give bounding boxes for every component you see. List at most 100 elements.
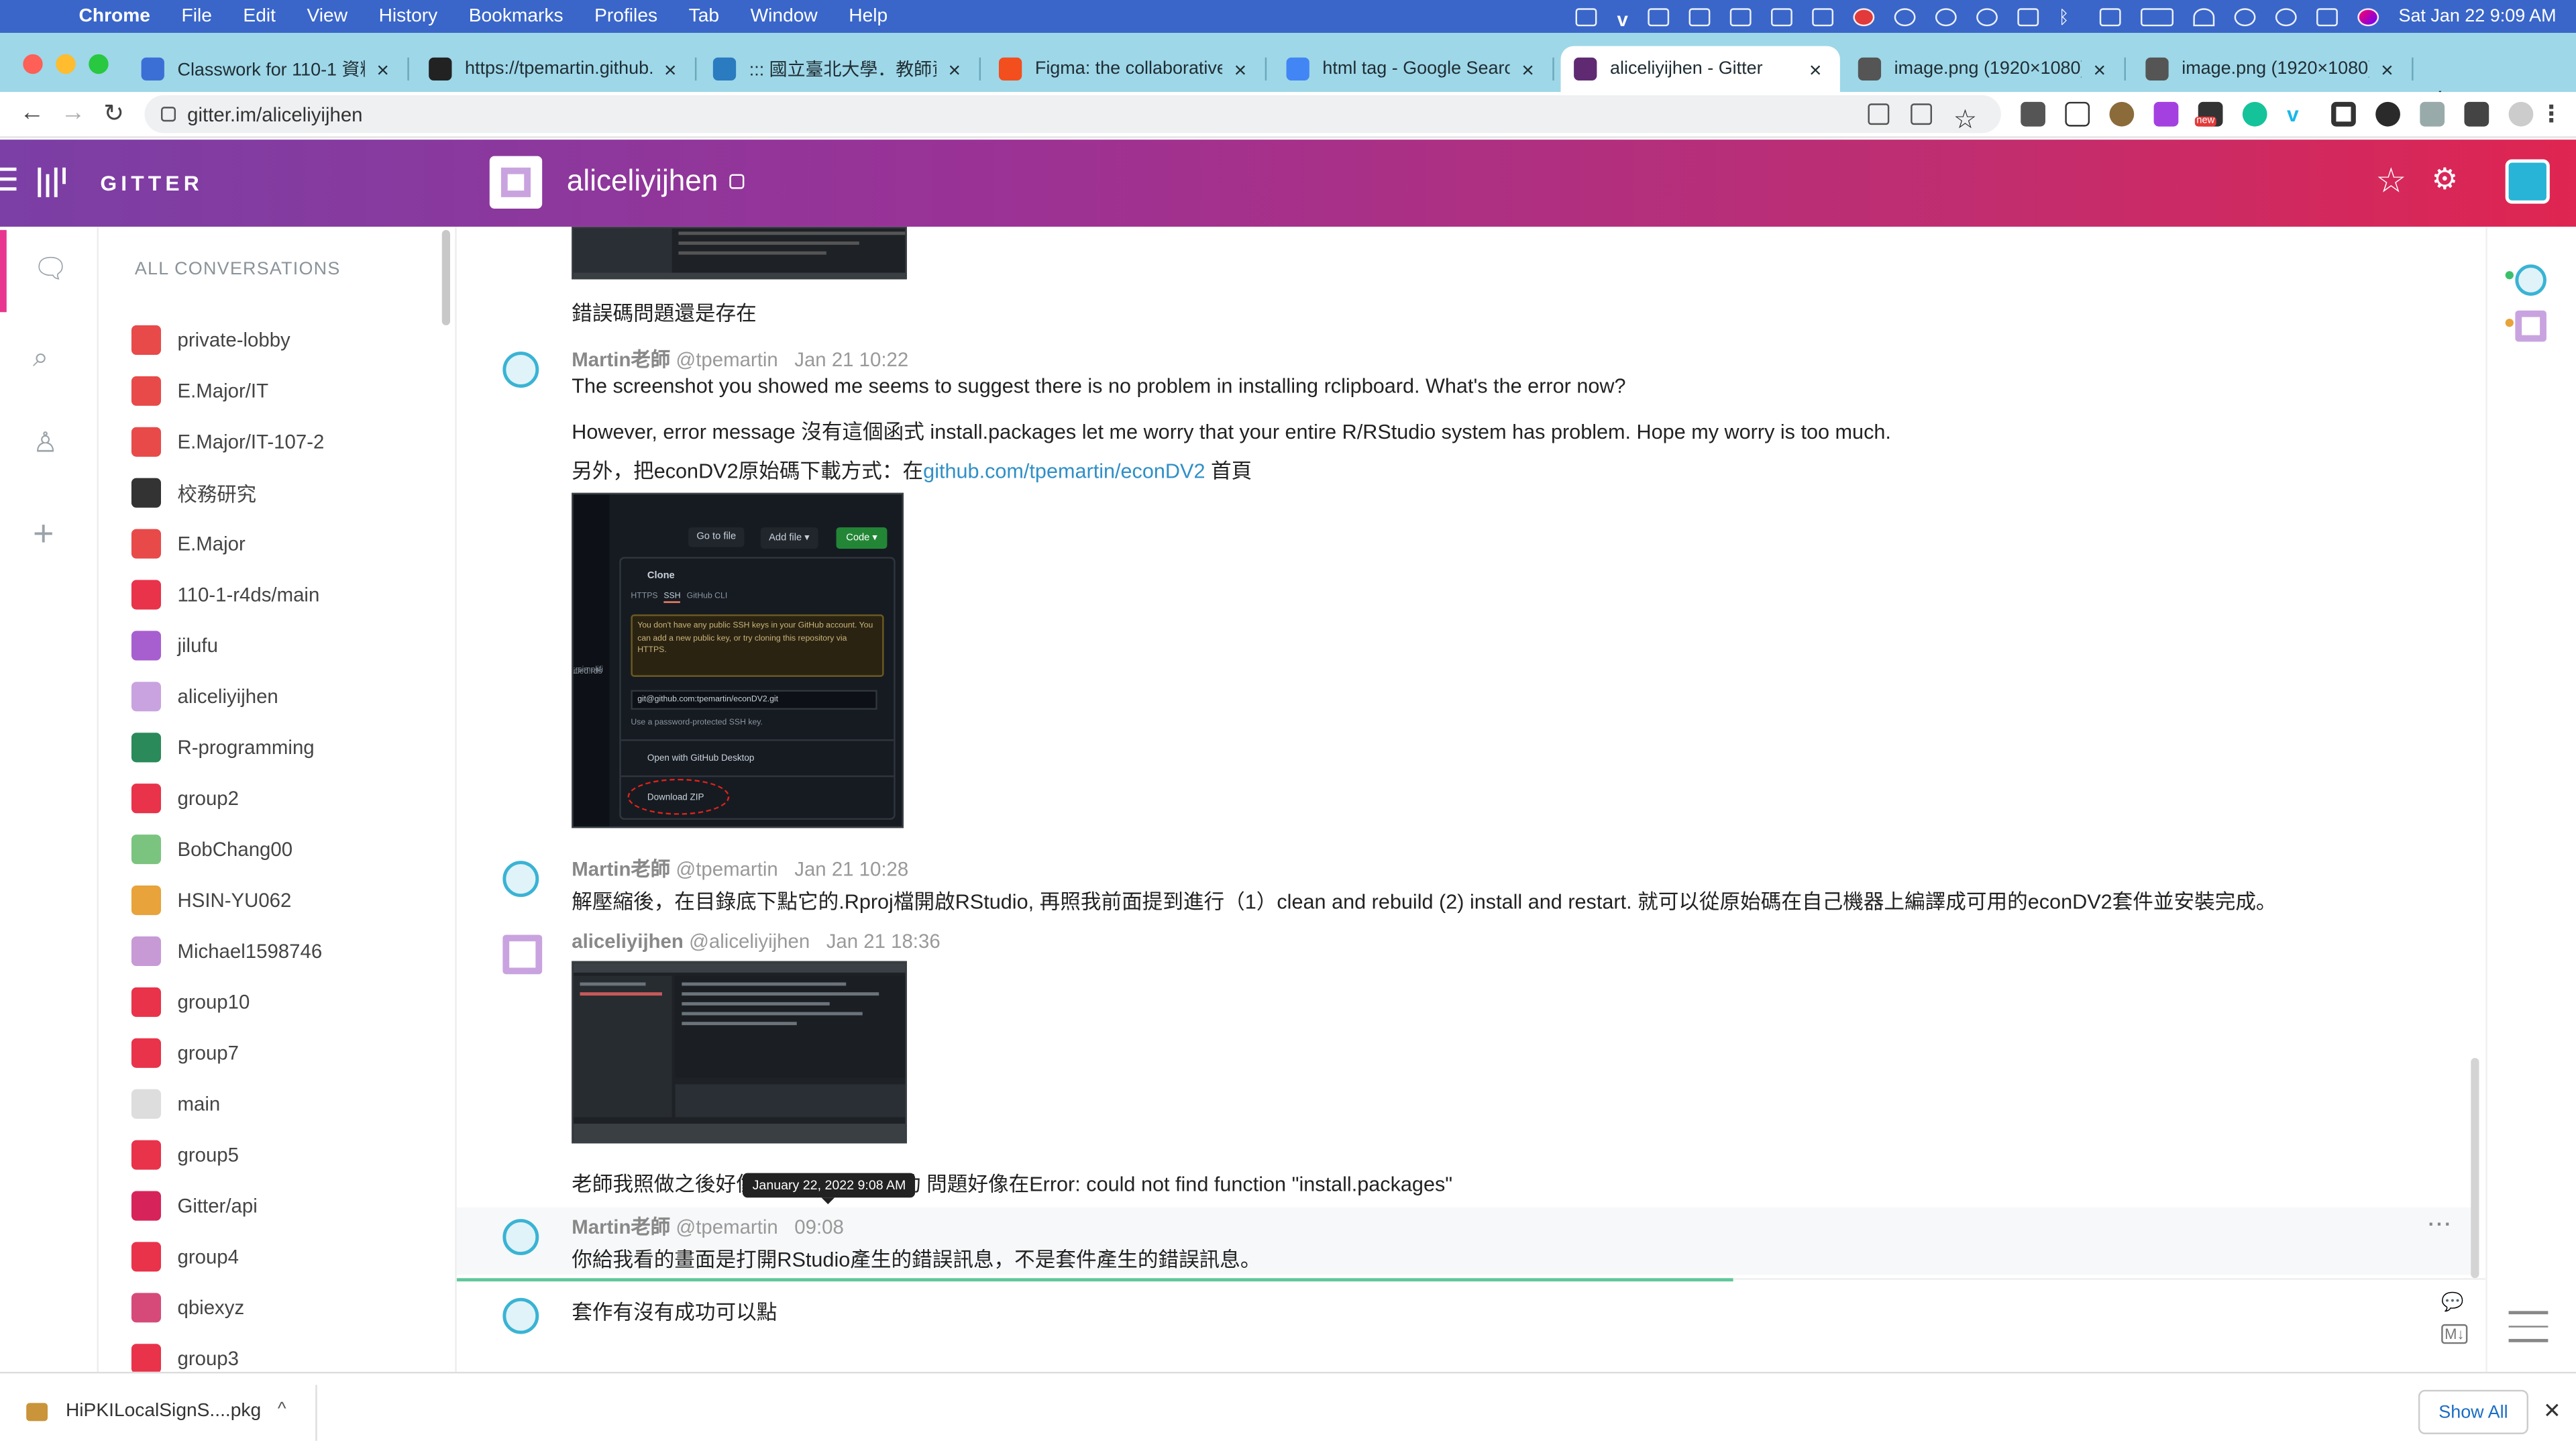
ext-clock-icon[interactable] [2375, 101, 2400, 127]
github-link[interactable]: github.com/tpemartin/econDV2 [923, 460, 1205, 483]
sidebar-item-[interactable]: 校務研究 [131, 473, 427, 513]
markdown-icon[interactable]: M↓ [2441, 1324, 2468, 1344]
sidebar-item-r-programming[interactable]: R-programming [131, 728, 427, 767]
menu-tab[interactable]: Tab [689, 7, 719, 26]
ext-square-icon[interactable] [2331, 101, 2356, 127]
author-handle[interactable]: @tpemartin [676, 348, 777, 371]
author-name[interactable]: Martin老師 [572, 348, 670, 371]
translate-icon[interactable] [1868, 103, 1890, 125]
browser-tab[interactable]: html tag - Google Search × [1273, 46, 1554, 93]
close-tab-icon[interactable]: × [2375, 56, 2398, 81]
ext-b-icon[interactable] [2153, 101, 2179, 127]
sidebar-item-private-lobby[interactable]: private-lobby [131, 321, 427, 360]
drive-icon[interactable] [1688, 7, 1711, 25]
flag-icon[interactable] [1853, 7, 1875, 25]
message-image[interactable] [572, 961, 907, 1144]
user-icon[interactable] [2234, 7, 2256, 25]
screen-record-icon[interactable] [1576, 7, 1598, 25]
message-time[interactable]: Jan 21 10:28 [794, 857, 908, 880]
search-icon[interactable]: ⌕ [33, 341, 48, 374]
author-avatar[interactable] [502, 861, 539, 898]
gitter-logo-icon[interactable] [38, 167, 66, 197]
message-input[interactable] [572, 1294, 2412, 1360]
chat-scrollbar[interactable] [2471, 1058, 2479, 1279]
volume-icon[interactable] [2017, 7, 2039, 25]
close-tab-icon[interactable]: × [943, 56, 966, 81]
user-avatar[interactable] [2505, 159, 2550, 204]
lock-icon[interactable] [161, 107, 176, 122]
close-window-button[interactable] [23, 54, 43, 74]
author-name[interactable]: aliceliyijhen [572, 930, 684, 953]
author-handle[interactable]: @tpemartin [676, 1216, 777, 1238]
gitter-brand[interactable]: GITTER [100, 171, 203, 196]
message-time[interactable]: Jan 21 10:22 [794, 348, 908, 371]
browser-tab[interactable]: Classwork for 110-1 資料科 × [128, 46, 409, 93]
sidebar-item-aliceliyijhen[interactable]: aliceliyijhen [131, 677, 427, 716]
show-all-button[interactable]: Show All [2418, 1389, 2528, 1434]
control-center-icon[interactable] [2316, 7, 2338, 25]
sidebar-item-gitter-api[interactable]: Gitter/api [131, 1186, 427, 1226]
siri-icon[interactable] [2357, 7, 2379, 25]
url-text[interactable]: gitter.im/aliceliyijhen [187, 103, 362, 125]
battery-icon[interactable] [2140, 7, 2174, 25]
close-tab-icon[interactable]: × [1229, 56, 1252, 81]
browser-tab[interactable]: aliceliyijhen - Gitter × [1560, 46, 1840, 93]
profile-avatar[interactable] [2508, 101, 2534, 127]
sidebar-item-group4[interactable]: group4 [131, 1237, 427, 1277]
room-avatar[interactable] [489, 156, 543, 209]
download-filename[interactable]: HiPKILocalSignS....pkg [66, 1401, 261, 1421]
menubar-datetime[interactable]: Sat Jan 22 9:09 AM [2398, 7, 2556, 26]
info-icon[interactable] [1935, 7, 1957, 25]
ext-hypothesis-icon[interactable] [2021, 101, 2045, 127]
bluetooth-icon[interactable]: ᛒ [2059, 7, 2080, 27]
message-time[interactable]: Jan 21 18:36 [826, 930, 941, 953]
browser-tab[interactable]: ::: 國立臺北大學．教師資訊 × [700, 46, 981, 93]
wifi-icon[interactable] [2193, 7, 2215, 25]
sidebar-item-group10[interactable]: group10 [131, 982, 427, 1022]
menu-chrome[interactable]: Chrome [79, 7, 150, 26]
sidebar-item-e-major-it-107-2[interactable]: E.Major/IT-107-2 [131, 422, 427, 462]
add-icon[interactable]: + [33, 513, 54, 555]
ext-tool-icon[interactable] [2420, 101, 2445, 127]
compose-chat-icon[interactable]: 💬 [2441, 1291, 2464, 1312]
share-icon[interactable] [1911, 103, 1933, 125]
minimize-window-button[interactable] [56, 54, 76, 74]
sidebar-item-e-major-it[interactable]: E.Major/IT [131, 371, 427, 411]
reload-icon[interactable]: ↻ [103, 99, 124, 128]
moon-icon[interactable] [1894, 7, 1916, 25]
menu-history[interactable]: History [379, 7, 438, 26]
search-icon[interactable] [2275, 7, 2297, 25]
back-icon[interactable]: ← [19, 99, 44, 127]
ext-download-icon[interactable]: new [2194, 101, 2223, 127]
airdrop-icon[interactable] [1976, 7, 1998, 25]
vimeo-icon[interactable]: v [1617, 7, 1628, 30]
sidebar-item-110-1-r4ds-main[interactable]: 110-1-r4ds/main [131, 575, 427, 614]
dropbox-icon[interactable] [1648, 7, 1670, 25]
author-name[interactable]: Martin老師 [572, 1216, 670, 1238]
menu-file[interactable]: File [181, 7, 211, 26]
author-handle[interactable]: @aliceliyijhen [689, 930, 810, 953]
author-handle[interactable]: @tpemartin [676, 857, 777, 880]
author-name[interactable]: Martin老師 [572, 857, 670, 880]
sidebar-item-jilufu[interactable]: jilufu [131, 626, 427, 665]
menu-toggle-icon[interactable] [0, 167, 17, 197]
close-tab-icon[interactable]: × [659, 56, 682, 81]
menu-help[interactable]: Help [849, 7, 888, 26]
message-image[interactable]: _simplifi ified.rds Go to file Add file … [572, 492, 904, 828]
favourite-star-icon[interactable]: ☆ [2375, 161, 2406, 202]
sidebar-item-michael1598746[interactable]: Michael1598746 [131, 932, 427, 971]
chrome-menu-icon[interactable]: ⋮ [2540, 100, 2563, 128]
author-avatar[interactable] [502, 1219, 539, 1256]
sidebar-item-main[interactable]: main [131, 1084, 427, 1124]
chevron-up-icon[interactable]: ^ [278, 1400, 286, 1419]
sidebar-item-group7[interactable]: group7 [131, 1033, 427, 1073]
photo-icon[interactable] [1812, 7, 1834, 25]
author-avatar[interactable] [502, 934, 543, 975]
ext-animal-icon[interactable] [2109, 101, 2135, 127]
bookmark-star-icon[interactable]: ☆ [1953, 103, 1977, 135]
room-settings-icon[interactable]: ⚙ [2431, 162, 2458, 197]
package-icon[interactable] [26, 1403, 48, 1421]
toolbar-menu-icon[interactable] [2508, 1311, 2548, 1352]
keyboard-icon[interactable] [2099, 7, 2121, 25]
ext-grammarly-icon[interactable] [2242, 101, 2267, 127]
